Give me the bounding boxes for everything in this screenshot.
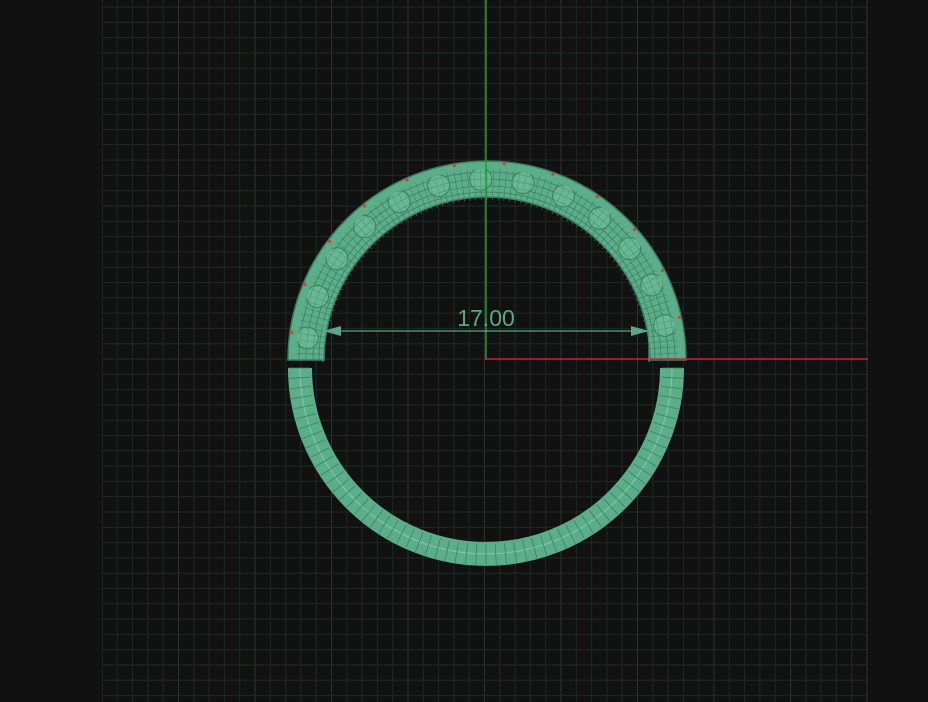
dimension-value[interactable]: 17.00 <box>457 305 515 331</box>
stone-setting <box>427 174 451 198</box>
stone-setting <box>353 215 377 239</box>
vertex-marker <box>551 172 555 176</box>
stone-setting <box>325 247 349 271</box>
construction-grid <box>102 0 868 702</box>
vertex-marker <box>328 239 332 244</box>
viewport-canvas[interactable]: 17.00 <box>0 0 928 702</box>
stone-setting <box>387 190 411 214</box>
vertex-marker <box>632 227 637 232</box>
mesh-ring <box>298 171 676 361</box>
vertex-marker <box>677 315 681 319</box>
vertex-marker <box>405 178 409 182</box>
stone-setting <box>551 184 575 208</box>
stone-setting <box>469 167 493 191</box>
vertex-marker <box>362 204 366 208</box>
stone-setting <box>640 273 664 297</box>
vertex-marker <box>660 268 665 273</box>
stone-setting <box>588 206 612 230</box>
stone-setting <box>618 237 642 261</box>
vertex-marker <box>452 164 457 168</box>
stone-setting <box>511 171 535 195</box>
stone-setting <box>305 285 329 309</box>
stone-setting <box>653 313 677 337</box>
vertex-marker <box>290 330 294 335</box>
vertex-marker <box>303 283 307 287</box>
vertex-marker <box>502 162 506 166</box>
cad-viewport[interactable]: 17.00 <box>0 0 928 702</box>
stone-setting <box>295 326 319 350</box>
vertex-marker <box>595 195 599 199</box>
